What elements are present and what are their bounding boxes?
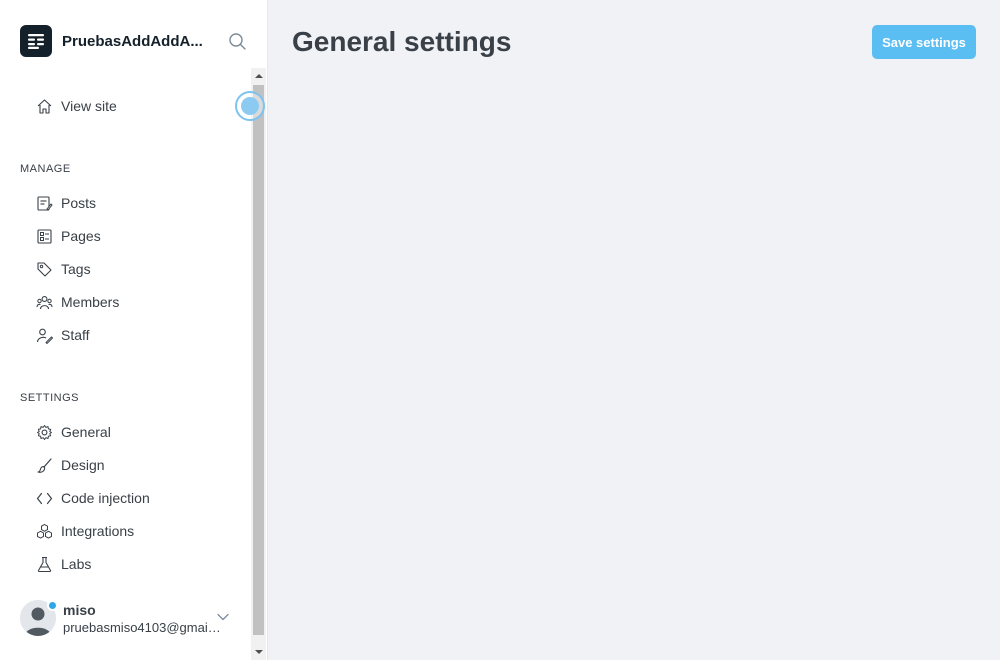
scroll-up-arrow-icon [254, 74, 263, 78]
scroll-down-button[interactable] [251, 644, 266, 660]
site-name: PruebasAddAddA... [62, 32, 203, 50]
posts-icon [35, 194, 53, 212]
gear-icon [35, 423, 53, 441]
save-settings-button[interactable]: Save settings [872, 25, 976, 59]
cursor-indicator [235, 91, 265, 121]
nav-members[interactable]: Members [35, 291, 119, 313]
nav-code-injection[interactable]: Code injection [35, 487, 150, 509]
nav-label: Labs [61, 556, 92, 572]
tag-icon [35, 260, 53, 278]
members-icon [35, 293, 53, 311]
staff-icon [35, 326, 53, 344]
user-menu-toggle[interactable] [216, 610, 230, 624]
home-icon [35, 97, 53, 115]
sidebar-scrollbar[interactable] [251, 68, 266, 660]
page-title: General settings [292, 26, 512, 57]
nav-general[interactable]: General [35, 421, 111, 443]
nav-labs[interactable]: Labs [35, 553, 91, 575]
nav-label: Posts [61, 195, 97, 211]
user-email: pruebasmiso4103@gmail.... [63, 619, 223, 635]
code-icon [35, 489, 53, 507]
nav-label: Pages [61, 228, 101, 244]
nav-staff[interactable]: Staff [35, 324, 90, 346]
nav-label: Staff [61, 327, 90, 343]
brush-icon [35, 456, 53, 474]
user-menu[interactable]: miso pruebasmiso4103@gmail.... [20, 600, 223, 636]
nav-integrations[interactable]: Integrations [35, 520, 134, 542]
nav-design[interactable]: Design [35, 454, 105, 476]
site-logo-icon [20, 25, 52, 57]
nav-label: Members [61, 294, 120, 310]
nav-label: View site [61, 98, 117, 114]
flask-icon [35, 555, 53, 573]
nav-label: Integrations [61, 523, 135, 539]
chevron-down-icon [217, 613, 229, 621]
nav-label: Tags [61, 261, 91, 277]
site-brand[interactable]: PruebasAddAddA... [20, 25, 208, 57]
scroll-up-button[interactable] [251, 68, 266, 84]
manage-section-label: MANAGE [20, 163, 71, 175]
scroll-down-arrow-icon [254, 650, 263, 654]
nav-view-site[interactable]: View site [35, 95, 117, 117]
nav-tags[interactable]: Tags [35, 258, 91, 280]
sidebar: PruebasAddAddA... View site MANAGE Posts… [0, 0, 268, 660]
integrations-icon [35, 522, 53, 540]
user-name: miso [63, 601, 96, 618]
scrollbar-thumb[interactable] [253, 85, 264, 635]
search-icon [229, 33, 246, 50]
nav-posts[interactable]: Posts [35, 192, 96, 214]
search-button[interactable] [226, 30, 250, 54]
nav-pages[interactable]: Pages [35, 225, 101, 247]
pages-icon [35, 227, 53, 245]
online-status-dot [47, 600, 58, 611]
settings-section-label: SETTINGS [20, 392, 80, 404]
avatar-wrapper [20, 600, 58, 636]
nav-label: Design [61, 457, 105, 473]
nav-label: Code injection [61, 490, 150, 506]
nav-label: General [61, 424, 111, 440]
